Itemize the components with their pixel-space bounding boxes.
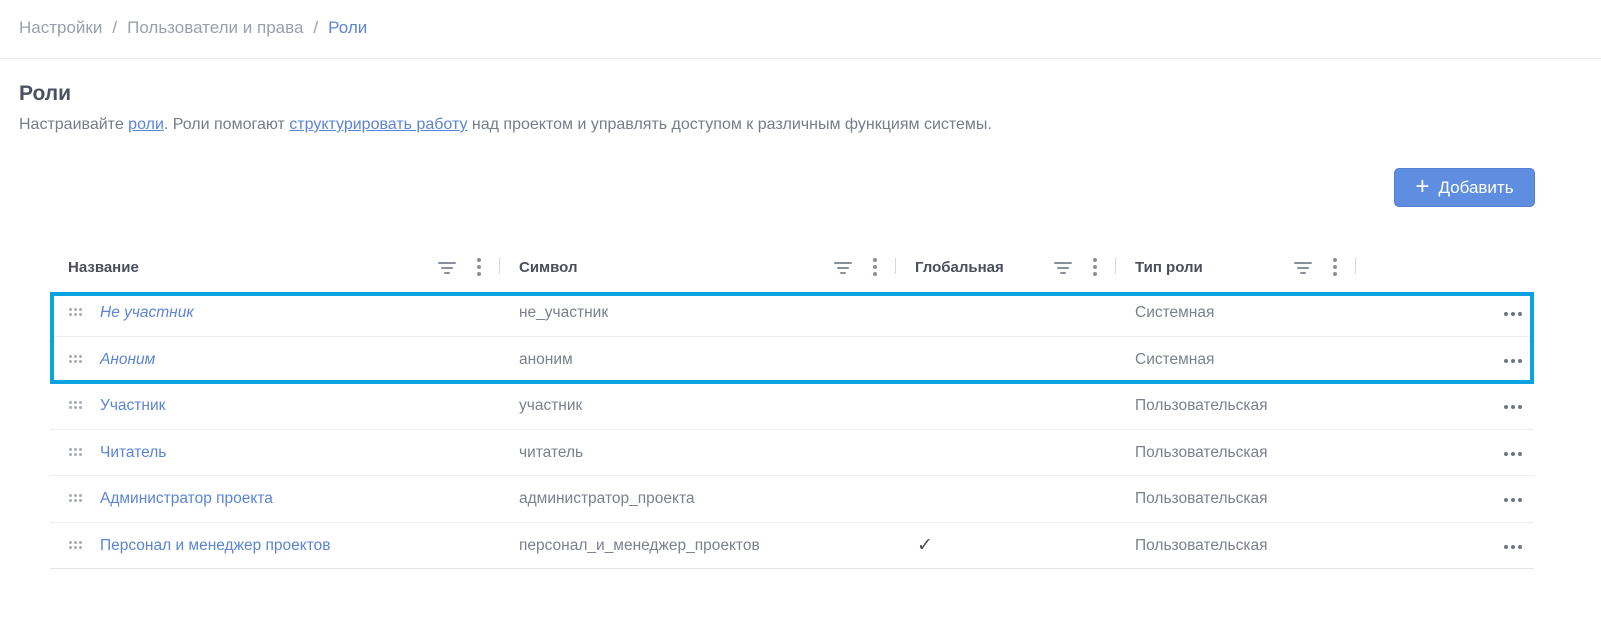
page-title: Роли [19,82,72,105]
role-name-link[interactable]: Не участник [100,290,194,336]
role-type: Системная [1135,304,1215,321]
breadcrumb: Настройки / Пользователи и права / Роли [19,18,367,38]
drag-handle-icon[interactable] [69,447,83,456]
add-button-label: Добавить [1438,177,1514,197]
column-tools [1054,256,1098,278]
column-menu-icon[interactable] [1332,258,1338,276]
breadcrumb-item-users-rights[interactable]: Пользователи и права [127,18,303,38]
filter-icon[interactable] [1054,260,1072,274]
column-tools [1294,256,1338,278]
role-type: Пользовательская [1135,397,1268,414]
role-name-link[interactable]: Администратор проекта [100,476,273,522]
breadcrumb-separator: / [313,18,319,37]
more-actions-icon[interactable] [1504,498,1522,502]
column-tools [438,256,482,278]
column-header-name[interactable]: Название [68,244,139,290]
column-menu-icon[interactable] [1092,258,1098,276]
table-row[interactable]: Не участник не_участник Системная [50,290,1534,337]
column-resize-handle[interactable] [1115,258,1116,274]
column-resize-handle[interactable] [499,258,500,274]
more-actions-icon[interactable] [1504,358,1522,363]
role-symbol: администратор_проекта [519,490,695,507]
global-check-icon: ✓ [917,535,933,556]
header-divider [0,58,1601,59]
role-symbol: аноним [519,350,573,368]
column-resize-handle[interactable] [1355,258,1356,274]
more-actions-icon[interactable] [1504,451,1522,456]
description-text: над проектом и управлять доступом к разл… [467,116,992,133]
table-row[interactable]: Читатель читатель Пользовательская [50,430,1534,476]
plus-icon: + [1415,172,1430,200]
role-symbol: участник [519,397,583,414]
role-symbol: персонал_и_менеджер_проектов [519,536,760,554]
drag-handle-icon[interactable] [69,354,83,363]
drag-handle-icon[interactable] [69,494,83,502]
more-actions-icon[interactable] [1504,405,1522,409]
filter-icon[interactable] [834,260,852,274]
table-body: Не участник не_участник Системная Аноним… [50,290,1534,569]
role-symbol: не_участник [519,304,609,321]
column-header-global[interactable]: Глобальная [915,244,1004,290]
filter-icon[interactable] [438,260,456,274]
breadcrumb-separator: / [112,18,118,37]
roles-link[interactable]: роли [128,116,164,133]
more-actions-icon[interactable] [1504,544,1522,549]
breadcrumb-item-settings[interactable]: Настройки [19,18,102,38]
description-text: . Роли помогают [163,116,290,133]
table-row[interactable]: Персонал и менеджер проектов персонал_и_… [50,523,1534,569]
table-row[interactable]: Администратор проекта администратор_прое… [50,476,1534,523]
table-row[interactable]: Аноним аноним Системная [50,337,1534,383]
role-name-link[interactable]: Аноним [100,337,155,383]
drag-handle-icon[interactable] [69,401,83,409]
role-name-link[interactable]: Читатель [100,430,166,476]
page-description: Настраивайте роли. Роли помогают структу… [19,116,992,134]
structure-work-link[interactable]: структурировать работу [289,116,467,133]
drag-handle-icon[interactable] [69,308,83,316]
description-text: Настраивайте [19,116,129,133]
role-symbol: читатель [519,443,584,461]
column-tools [834,256,878,278]
column-header-role-type[interactable]: Тип роли [1135,244,1203,290]
breadcrumb-item-roles: Роли [328,18,368,37]
role-type: Пользовательская [1135,490,1268,507]
role-name-link[interactable]: Участник [100,383,165,429]
column-menu-icon[interactable] [476,258,482,276]
column-resize-handle[interactable] [895,258,896,274]
role-type: Пользовательская [1135,536,1268,554]
more-actions-icon[interactable] [1504,312,1522,316]
column-header-symbol[interactable]: Символ [519,244,578,290]
column-menu-icon[interactable] [872,258,878,276]
drag-handle-icon[interactable] [69,540,83,549]
role-type: Пользовательская [1135,443,1268,461]
filter-icon[interactable] [1294,260,1312,274]
table-row[interactable]: Участник участник Пользовательская [50,383,1534,430]
roles-table: Название Символ Глобальная Тип роли Не у… [50,244,1534,569]
role-type: Системная [1135,350,1215,368]
table-header: Название Символ Глобальная Тип роли [50,244,1534,290]
role-name-link[interactable]: Персонал и менеджер проектов [100,523,331,569]
add-role-button[interactable]: + Добавить [1394,168,1535,207]
